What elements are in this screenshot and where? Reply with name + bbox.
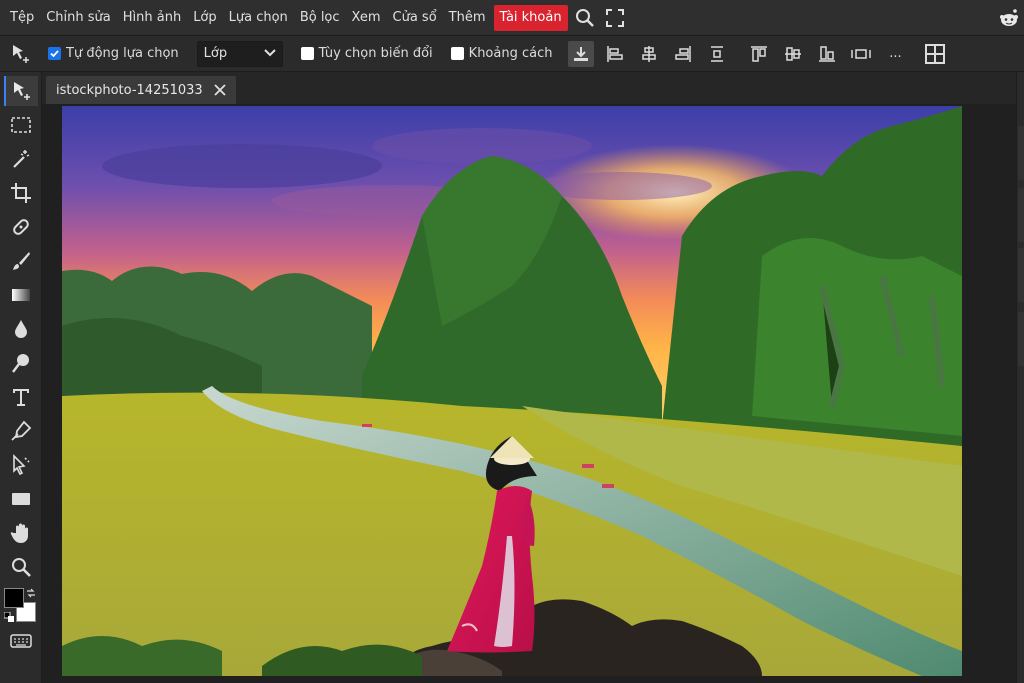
menu-file[interactable]: Tệp	[4, 5, 40, 31]
menu-more[interactable]: Thêm	[443, 5, 492, 31]
spacing-label: Khoảng cách	[468, 46, 553, 61]
menu-layer[interactable]: Lớp	[187, 5, 222, 31]
menu-select[interactable]: Lựa chọn	[223, 5, 294, 31]
tools-panel	[0, 72, 42, 683]
pen-tool-icon[interactable]	[4, 416, 38, 446]
transform-options-checkbox[interactable]: Tùy chọn biến đổi	[300, 46, 433, 61]
download-button[interactable]	[568, 40, 595, 67]
right-panel-collapsed	[1016, 72, 1024, 683]
menu-image[interactable]: Hình ảnh	[117, 5, 187, 31]
align-right-icon[interactable]	[670, 41, 696, 67]
move-tool-icon[interactable]	[4, 76, 38, 106]
account-button[interactable]: Tài khoản	[493, 4, 568, 31]
foreground-color-swatch[interactable]	[4, 588, 24, 608]
zoom-tool-icon[interactable]	[4, 552, 38, 582]
auto-select-checkbox[interactable]: Tự động lựa chọn	[48, 46, 179, 61]
align-left-icon[interactable]	[602, 41, 628, 67]
layer-select-value: Lớp	[203, 46, 228, 61]
type-tool-icon[interactable]	[4, 382, 38, 412]
landscape-photo	[62, 106, 962, 676]
hand-tool-icon[interactable]	[4, 518, 38, 548]
crop-tool-icon[interactable]	[4, 178, 38, 208]
reddit-icon[interactable]	[996, 5, 1022, 31]
swap-colors-icon[interactable]	[26, 588, 36, 598]
align-middle-icon[interactable]	[780, 41, 806, 67]
transform-options-label: Tùy chọn biến đổi	[318, 46, 433, 61]
move-tool-options-icon[interactable]	[0, 36, 42, 72]
gradient-tool-icon[interactable]	[4, 280, 38, 310]
path-select-tool-icon[interactable]	[4, 450, 38, 480]
checkbox-unchecked-icon[interactable]	[300, 47, 314, 60]
menu-window[interactable]: Cửa sổ	[387, 5, 443, 31]
align-center-horizontal-icon[interactable]	[636, 41, 662, 67]
layer-select-dropdown[interactable]: Lớp	[196, 40, 283, 67]
search-icon[interactable]	[572, 5, 598, 31]
fullscreen-icon[interactable]	[602, 5, 628, 31]
document-tab[interactable]: istockphoto-14251033	[46, 76, 236, 104]
align-top-icon[interactable]	[746, 41, 772, 67]
default-colors-icon[interactable]	[4, 612, 14, 622]
menu-bar: Tệp Chỉnh sửa Hình ảnh Lớp Lựa chọn Bộ l…	[0, 0, 1024, 36]
document-canvas[interactable]	[62, 106, 962, 676]
checkbox-unchecked-icon[interactable]	[450, 47, 464, 60]
distribute-horizontal-icon[interactable]	[848, 41, 874, 67]
rectangle-tool-icon[interactable]	[4, 484, 38, 514]
magic-wand-tool-icon[interactable]	[4, 144, 38, 174]
more-options-label: ...	[889, 46, 902, 61]
panel-tab[interactable]	[1018, 188, 1024, 242]
document-tab-strip: istockphoto-14251033	[42, 72, 1016, 104]
color-swatches[interactable]	[2, 586, 38, 626]
blur-tool-icon[interactable]	[4, 314, 38, 344]
spacing-checkbox[interactable]: Khoảng cách	[450, 46, 553, 61]
panel-tab[interactable]	[1018, 312, 1024, 366]
checkbox-checked-icon[interactable]	[48, 47, 61, 60]
chevron-down-icon	[263, 46, 276, 61]
more-options-button[interactable]: ...	[882, 41, 908, 67]
healing-brush-icon[interactable]	[4, 212, 38, 242]
menu-view[interactable]: Xem	[346, 5, 387, 31]
grid-icon[interactable]	[922, 41, 948, 67]
panel-tab[interactable]	[1018, 126, 1024, 180]
brush-tool-icon[interactable]	[4, 246, 38, 276]
align-bottom-icon[interactable]	[814, 41, 840, 67]
document-tab-title: istockphoto-14251033	[56, 82, 203, 98]
menu-edit[interactable]: Chỉnh sửa	[40, 5, 117, 31]
marquee-tool-icon[interactable]	[4, 110, 38, 140]
distribute-vertical-icon[interactable]	[704, 41, 730, 67]
close-icon[interactable]	[210, 80, 230, 100]
menu-filter[interactable]: Bộ lọc	[294, 5, 346, 31]
dodge-tool-icon[interactable]	[4, 348, 38, 378]
panel-tab[interactable]	[1018, 248, 1024, 302]
keyboard-icon[interactable]	[4, 626, 38, 656]
options-bar: Tự động lựa chọn Lớp Tùy chọn biến đổi K…	[0, 36, 1024, 72]
auto-select-label: Tự động lựa chọn	[66, 46, 179, 61]
